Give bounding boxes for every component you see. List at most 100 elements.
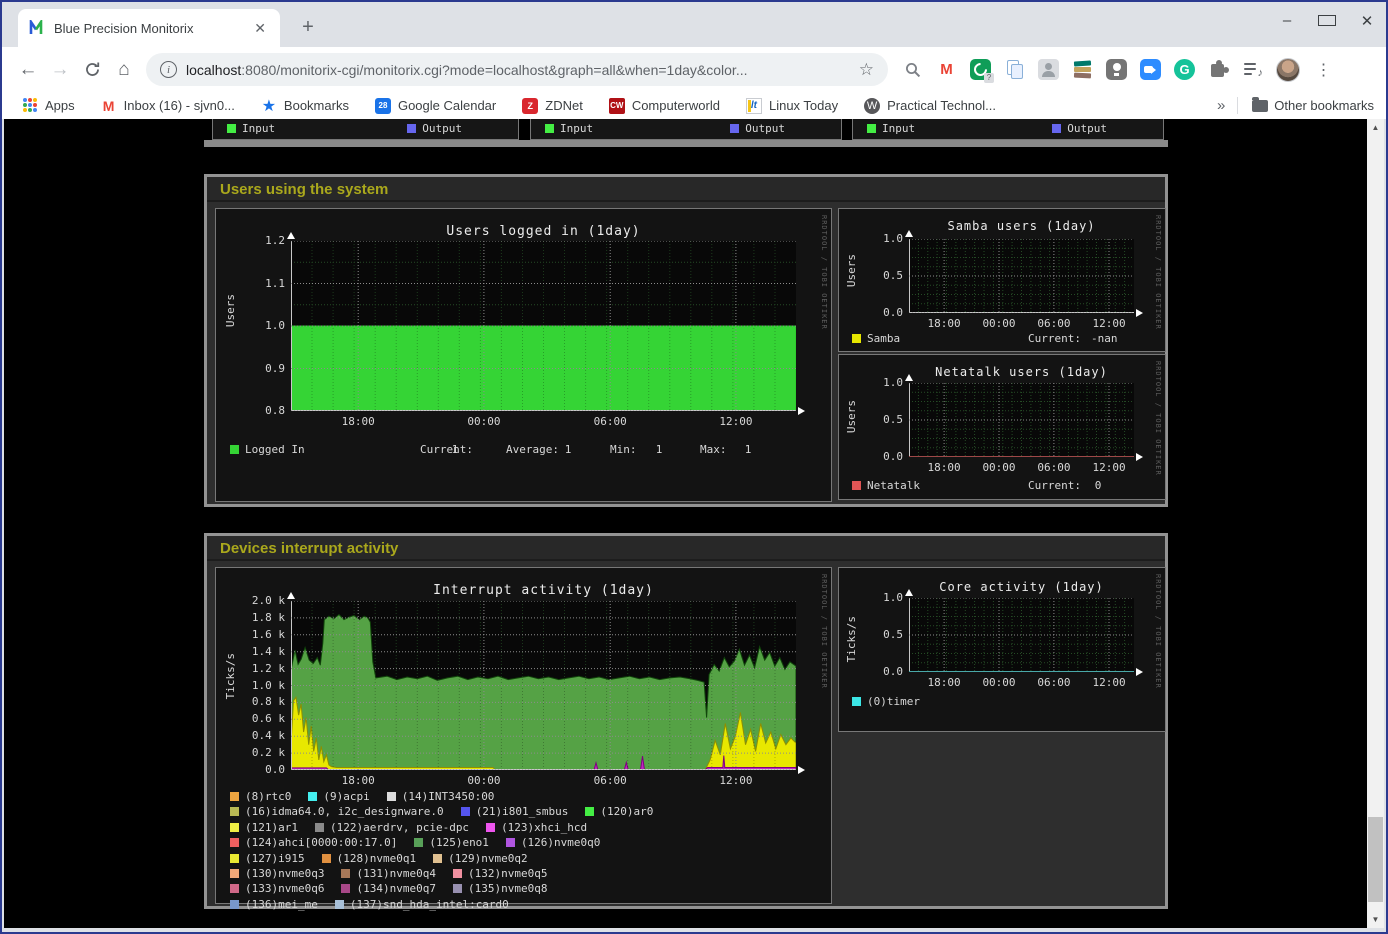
- legend-label: (122)aerdrv, pcie-dpc: [330, 821, 469, 834]
- legend-item: (120)ar0: [585, 805, 653, 818]
- max-value: 1: [737, 443, 759, 456]
- legend-item: (135)nvme0q8: [453, 882, 547, 895]
- scroll-down-button[interactable]: ▼: [1367, 911, 1384, 928]
- zoom-extension-icon[interactable]: [1140, 59, 1161, 80]
- interrupt-activity-graph[interactable]: Interrupt activity (1day) Ticks/s RRDTOO…: [215, 567, 832, 904]
- legend-item: (121)ar1: [230, 821, 298, 834]
- scrollbar-thumb[interactable]: [1368, 817, 1383, 902]
- netatalk-users-graph[interactable]: Netatalk users (1day) Users RRDTOOL / TO…: [838, 354, 1166, 500]
- books-extension-icon[interactable]: [1072, 59, 1093, 80]
- partial-graph-box[interactable]: Input Output: [212, 119, 519, 140]
- bookmark-item[interactable]: MInbox (16) - sjvn0...: [101, 98, 235, 114]
- x-axis-tick-label: 00:00: [977, 676, 1021, 689]
- input-legend-swatch: [867, 124, 876, 133]
- profile-extension-icon[interactable]: [1038, 59, 1059, 80]
- partial-graph-box[interactable]: Input Output: [852, 119, 1164, 140]
- bookmark-item[interactable]: Apps: [22, 98, 75, 114]
- plot-area: [909, 383, 1134, 457]
- users-section: Users using the system Users logged in (…: [204, 174, 1168, 507]
- reload-button[interactable]: [76, 54, 108, 86]
- chart-legend: Netatalk: [852, 479, 920, 492]
- profile-avatar[interactable]: [1276, 58, 1300, 82]
- y-axis-tick-label: 1.8 k: [245, 611, 285, 624]
- copy-extension-icon[interactable]: [1004, 59, 1025, 80]
- legend-label: (21)i801_smbus: [476, 805, 569, 818]
- input-legend-label: Input: [882, 122, 915, 135]
- legend-swatch: [230, 823, 239, 832]
- x-axis-tick-label: 06:00: [1032, 461, 1076, 474]
- search-extension-icon[interactable]: [902, 59, 923, 80]
- legend-swatch: [506, 838, 515, 847]
- bookmark-item[interactable]: ltLinux Today: [746, 98, 838, 114]
- bookmark-item[interactable]: ★Bookmarks: [261, 98, 349, 114]
- y-axis-tick-label: 0.0: [863, 306, 903, 319]
- users-logged-in-graph[interactable]: Users logged in (1day) Users RRDTOOL / T…: [215, 208, 832, 502]
- window-maximize-button[interactable]: [1318, 12, 1336, 30]
- new-tab-button[interactable]: +: [294, 14, 322, 42]
- legend-swatch: [852, 334, 861, 343]
- other-bookmarks-label[interactable]: Other bookmarks: [1274, 98, 1374, 113]
- forward-button[interactable]: →: [44, 54, 76, 86]
- output-legend-label: Output: [1067, 122, 1107, 135]
- average-value: 1: [557, 443, 579, 456]
- vertical-scrollbar[interactable]: ▲ ▼: [1367, 119, 1384, 928]
- bookmarks-overflow-chevron[interactable]: »: [1217, 97, 1238, 114]
- x-axis-tick-label: 00:00: [977, 461, 1021, 474]
- site-info-icon[interactable]: i: [160, 61, 177, 78]
- grammarly-extension-icon[interactable]: G: [1174, 59, 1195, 80]
- extensions-puzzle-icon[interactable]: [1208, 59, 1229, 80]
- url-bar[interactable]: i localhost:8080/monitorix-cgi/monitorix…: [146, 53, 888, 86]
- back-button[interactable]: ←: [12, 54, 44, 86]
- core-activity-graph[interactable]: Core activity (1day) Ticks/s RRDTOOL / T…: [838, 567, 1166, 732]
- home-button[interactable]: ⌂: [108, 54, 140, 86]
- tab-monitorix[interactable]: Blue Precision Monitorix ✕: [18, 9, 280, 47]
- bookmarks-bar: Apps MInbox (16) - sjvn0... ★Bookmarks 28Go…: [2, 92, 1386, 119]
- x-axis-tick-label: 12:00: [714, 415, 758, 428]
- bookmark-star-icon[interactable]: ☆: [859, 60, 874, 80]
- y-axis-tick-label: 1.0 k: [245, 679, 285, 692]
- legend-label: (133)nvme0q6: [245, 882, 324, 895]
- legend-label: (8)rtc0: [245, 790, 291, 803]
- users-section-title: Users using the system: [207, 177, 1165, 202]
- browser-menu-icon[interactable]: ⋮: [1313, 59, 1334, 80]
- legend-swatch: [387, 792, 396, 801]
- bookmark-label: Apps: [45, 98, 75, 113]
- current-label: Current:: [1028, 479, 1081, 492]
- legend-swatch: [341, 884, 350, 893]
- scroll-up-button[interactable]: ▲: [1367, 119, 1384, 136]
- y-axis-tick-label: 0.6 k: [245, 712, 285, 725]
- legend-item: (133)nvme0q6: [230, 882, 324, 895]
- bookmark-item[interactable]: CWComputerworld: [609, 98, 720, 114]
- playlist-extension-icon[interactable]: ♪: [1242, 59, 1263, 80]
- samba-users-graph[interactable]: Samba users (1day) Users RRDTOOL / TOBI …: [838, 208, 1166, 352]
- y-axis-tick-label: 0.2 k: [245, 746, 285, 759]
- gmail-extension-icon[interactable]: M: [936, 59, 957, 80]
- zdnet-icon: Z: [522, 98, 538, 114]
- average-label: Average:: [506, 443, 559, 456]
- lamp-extension-icon[interactable]: [1106, 59, 1127, 80]
- y-axis-label: Users: [224, 294, 237, 327]
- legend-label: (136)mei_me: [245, 898, 318, 911]
- legend-swatch: [335, 900, 344, 909]
- rrdtool-watermark: RRDTOOL / TOBI OETIKER: [1154, 574, 1162, 689]
- voice-extension-icon[interactable]: ?: [970, 59, 991, 80]
- partial-graph-box[interactable]: Input Output: [530, 119, 842, 140]
- other-bookmarks-folder-icon[interactable]: [1252, 100, 1268, 112]
- window-minimize-button[interactable]: –: [1278, 12, 1296, 30]
- tab-close-icon[interactable]: ✕: [250, 20, 270, 37]
- current-value: 0: [1087, 479, 1109, 492]
- bookmark-item[interactable]: ZZDNet: [522, 98, 583, 114]
- y-axis-tick-label: 0.8: [245, 404, 285, 417]
- min-value: 1: [648, 443, 670, 456]
- legend-swatch: [230, 838, 239, 847]
- window-close-button[interactable]: ✕: [1358, 12, 1376, 30]
- legend-label: (120)ar0: [600, 805, 653, 818]
- wp-icon: W: [864, 98, 880, 114]
- axis-up-arrow: [287, 592, 295, 599]
- x-axis-tick-label: 18:00: [336, 774, 380, 787]
- bookmark-item[interactable]: 28Google Calendar: [375, 98, 496, 114]
- legend-label: (131)nvme0q4: [356, 867, 435, 880]
- bookmark-label: Inbox (16) - sjvn0...: [124, 98, 235, 113]
- y-axis-tick-label: 1.4 k: [245, 645, 285, 658]
- bookmark-item[interactable]: WPractical Technol...: [864, 98, 996, 114]
